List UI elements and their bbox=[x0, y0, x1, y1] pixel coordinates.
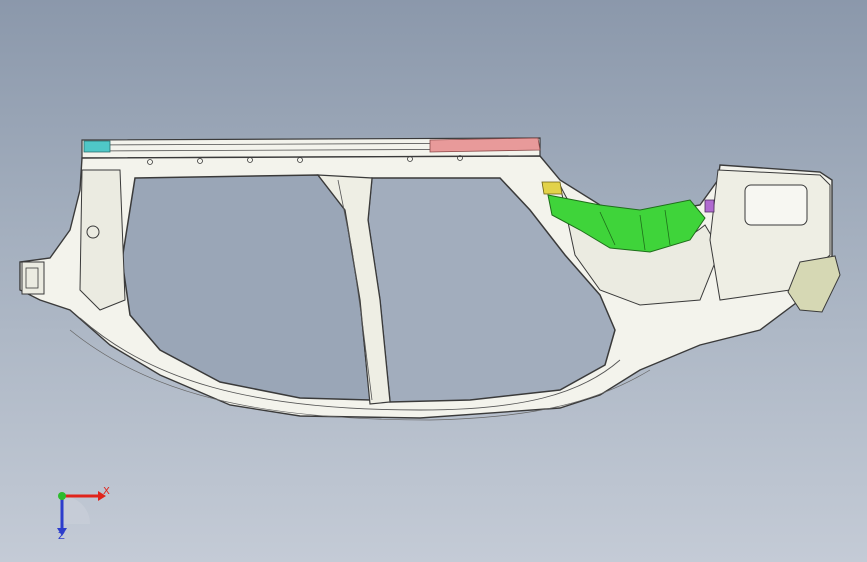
3d-viewport[interactable]: X Z bbox=[0, 0, 867, 562]
side-panel-model[interactable] bbox=[0, 0, 867, 562]
y-axis-dot bbox=[58, 492, 66, 500]
rear-quarter-window bbox=[744, 184, 808, 226]
a-pillar-structure bbox=[79, 169, 126, 311]
yellow-bracket bbox=[541, 181, 563, 195]
roof-rail-teal-corner bbox=[83, 140, 111, 153]
z-axis-label: Z bbox=[58, 531, 65, 542]
purple-clip bbox=[704, 199, 715, 213]
x-axis-label: X bbox=[103, 486, 110, 497]
triad-shadow bbox=[62, 496, 90, 524]
hinge-bracket bbox=[21, 261, 45, 295]
roof-rail-red-section bbox=[429, 137, 541, 153]
